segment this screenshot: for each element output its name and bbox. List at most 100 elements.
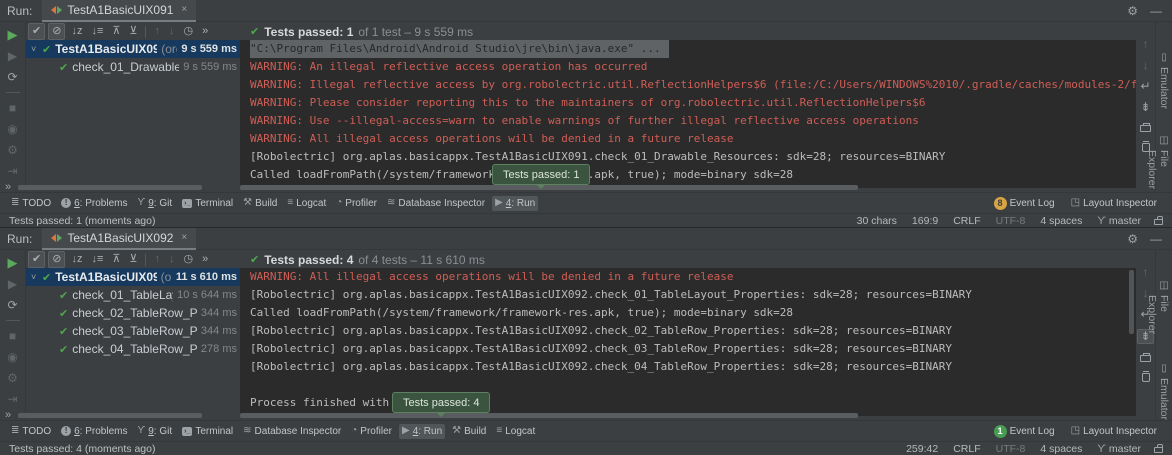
console-horizontal-scrollbar[interactable]	[240, 413, 858, 418]
console-vertical-scrollbar[interactable]	[1129, 270, 1134, 334]
sort-by-duration-icon[interactable]: ↓≡	[88, 252, 106, 267]
test-history-icon[interactable]: ◷	[180, 24, 196, 39]
test-tree-row[interactable]: ✔ check_03_TableRow_Properties 344 ms	[26, 322, 240, 340]
settings-gear-icon[interactable]: ⚙	[1127, 232, 1138, 246]
tool-window-button[interactable]: ⚒ Build	[449, 424, 489, 439]
tool-window-button[interactable]: ϒ 9: Git	[134, 196, 175, 211]
scroll-down-icon[interactable]: ↓	[1143, 59, 1149, 72]
hide-tool-window-icon[interactable]: —	[1150, 232, 1162, 246]
previous-failed-test-icon[interactable]: ↑	[151, 252, 163, 267]
console-horizontal-scrollbar[interactable]	[240, 185, 858, 190]
test-tree-row[interactable]: ✔ check_01_TableLayout_Properties 10 s 6…	[26, 286, 240, 304]
sort-alphabetically-icon[interactable]: ↓z	[68, 252, 85, 267]
tool-window-button[interactable]: ▶ 4: Run	[492, 196, 538, 211]
status-widget[interactable]: 30 chars	[857, 215, 897, 227]
tool-window-button[interactable]: ›_ Terminal	[179, 196, 236, 211]
tool-window-button[interactable]: ≣ TODO	[8, 424, 54, 439]
collapse-all-icon[interactable]: ⊻	[126, 252, 140, 267]
lock-icon[interactable]	[1154, 219, 1163, 225]
hide-tool-window-icon[interactable]: —	[1150, 4, 1162, 18]
git-branch-widget[interactable]: ϒ master	[1097, 443, 1141, 455]
tool-window-button[interactable]: ◔ Profiler	[348, 424, 395, 439]
tool-window-button[interactable]: ≋ Database Inspector	[240, 424, 344, 439]
status-widget[interactable]: 4 spaces	[1040, 215, 1082, 227]
tool-window-button[interactable]: ! 6: Problems	[58, 196, 130, 211]
test-tree-row[interactable]: ˅ ✔ TestA1BasicUIX091 (org.aplas.basica …	[26, 40, 240, 58]
device-file-explorer-button[interactable]: ◫ Device File Explorer	[1146, 280, 1172, 337]
status-widget[interactable]: 259:42	[906, 443, 938, 455]
tool-window-button[interactable]: 8 Event Log	[991, 195, 1058, 212]
previous-failed-test-icon[interactable]: ↑	[151, 24, 163, 39]
expand-all-icon[interactable]: ⊼	[109, 252, 123, 267]
attach-debugger-icon[interactable]: ⚙	[7, 372, 18, 384]
restore-layout-icon[interactable]: ⇥	[7, 393, 17, 405]
sort-alphabetically-icon[interactable]: ↓z	[68, 24, 85, 39]
test-history-icon[interactable]: ◷	[180, 252, 196, 267]
scroll-up-icon[interactable]: ↑	[1143, 266, 1149, 279]
status-widget[interactable]: CRLF	[953, 443, 980, 455]
test-tree-row[interactable]: ✔ check_01_Drawable_Resources 9 s 559 ms	[26, 58, 240, 76]
tool-window-button[interactable]: ▶ 4: Run	[399, 424, 445, 439]
tree-horizontal-scrollbar[interactable]	[18, 413, 202, 418]
rerun-failed-tests-icon[interactable]: ▶	[8, 50, 17, 62]
sort-by-duration-icon[interactable]: ↓≡	[88, 24, 106, 39]
run-tab[interactable]: TestA1BasicUIX092 ×	[42, 228, 196, 250]
scroll-up-icon[interactable]: ↑	[1143, 38, 1149, 51]
chevron-down-icon[interactable]: ˅	[31, 272, 42, 282]
rerun-icon[interactable]: ▶	[8, 257, 18, 269]
stop-icon[interactable]: ■	[9, 330, 16, 342]
close-icon[interactable]: ×	[181, 4, 187, 15]
rerun-failed-tests-icon[interactable]: ▶	[8, 278, 17, 290]
toolbar-more-icon[interactable]: »	[199, 252, 211, 267]
status-widget[interactable]: 169:9	[912, 215, 938, 227]
emulator-button[interactable]: ▯ Emulator	[1158, 52, 1170, 109]
tool-window-button[interactable]: ⚒ Build	[240, 196, 280, 211]
tool-window-button[interactable]: ≋ Database Inspector	[384, 196, 488, 211]
status-widget[interactable]: UTF-8	[996, 443, 1026, 455]
scroll-to-end-icon[interactable]: ⇟	[1140, 101, 1150, 114]
console-output[interactable]: "C:\Program Files\Android\Android Studio…	[240, 40, 1136, 188]
device-file-explorer-button[interactable]: ◫ Device File Explorer	[1146, 135, 1172, 192]
stop-icon[interactable]: ■	[9, 102, 16, 114]
console-output[interactable]: WARNING: All illegal access operations w…	[240, 268, 1136, 416]
status-widget[interactable]: 4 spaces	[1040, 443, 1082, 455]
chevron-down-icon[interactable]: ˅	[31, 44, 42, 54]
print-icon[interactable]	[1140, 355, 1151, 362]
tool-window-button[interactable]: ϒ 9: Git	[134, 424, 175, 439]
screenshot-icon[interactable]: ◉	[7, 351, 17, 363]
test-tree-row[interactable]: ˅ ✔ TestA1BasicUIX092 (org.aplas.basica …	[26, 268, 240, 286]
test-tree-row[interactable]: ✔ check_02_TableRow_Properties 344 ms	[26, 304, 240, 322]
tool-window-button[interactable]: 1 Event Log	[991, 423, 1058, 440]
test-tree-row[interactable]: ✔ check_04_TableRow_Properties 278 ms	[26, 340, 240, 358]
attach-debugger-icon[interactable]: ⚙	[7, 144, 18, 156]
status-widget[interactable]: CRLF	[953, 215, 980, 227]
show-ignored-icon[interactable]: ⊘	[48, 251, 65, 268]
screenshot-icon[interactable]: ◉	[7, 123, 17, 135]
toggle-auto-test-icon[interactable]: ⟳	[7, 71, 17, 83]
show-passed-icon[interactable]: ✔	[28, 23, 45, 40]
close-icon[interactable]: ×	[181, 232, 187, 243]
tool-window-button[interactable]: ›_ Terminal	[179, 424, 236, 439]
expand-all-icon[interactable]: ⊼	[109, 24, 123, 39]
tool-window-button[interactable]: ≣ TODO	[8, 196, 54, 211]
tree-horizontal-scrollbar[interactable]	[18, 185, 202, 190]
print-icon[interactable]	[1140, 125, 1151, 132]
show-passed-icon[interactable]: ✔	[28, 251, 45, 268]
settings-gear-icon[interactable]: ⚙	[1127, 4, 1138, 18]
lock-icon[interactable]	[1154, 447, 1163, 453]
rerun-icon[interactable]: ▶	[8, 29, 18, 41]
tool-window-button[interactable]: ! 6: Problems	[58, 424, 130, 439]
toggle-auto-test-icon[interactable]: ⟳	[7, 299, 17, 311]
collapse-all-icon[interactable]: ⊻	[126, 24, 140, 39]
tool-window-button[interactable]: ≡ Logcat	[493, 424, 538, 439]
tool-window-button[interactable]: ◳ Layout Inspector	[1068, 424, 1160, 439]
tool-window-button[interactable]: ◔ Profiler	[333, 196, 380, 211]
show-ignored-icon[interactable]: ⊘	[48, 23, 65, 40]
toolbar-more-icon[interactable]: »	[199, 24, 211, 39]
status-widget[interactable]: UTF-8	[996, 215, 1026, 227]
git-branch-widget[interactable]: ϒ master	[1097, 215, 1141, 227]
emulator-button[interactable]: ▯ Emulator	[1158, 363, 1170, 420]
next-failed-test-icon[interactable]: ↓	[166, 24, 178, 39]
next-failed-test-icon[interactable]: ↓	[166, 252, 178, 267]
run-tab[interactable]: TestA1BasicUIX091 ×	[42, 0, 196, 22]
